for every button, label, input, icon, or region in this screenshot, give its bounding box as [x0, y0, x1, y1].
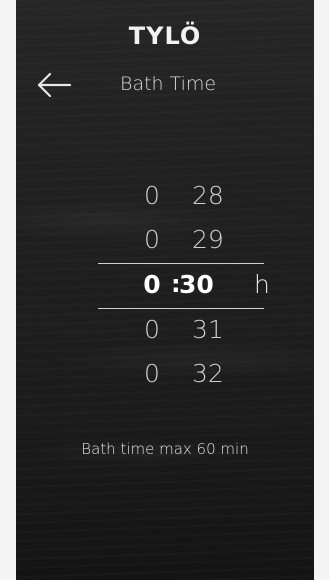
time-picker[interactable]: 0 28 0 29 0 : 30 h 0 31 0 32	[16, 176, 314, 396]
minutes-value: 32	[192, 359, 224, 388]
hours-value: 0	[144, 359, 160, 388]
back-button[interactable]	[34, 68, 74, 102]
hours-value: 0	[144, 315, 160, 344]
picker-row[interactable]: 0 28	[16, 176, 314, 216]
picker-row[interactable]: 0 31	[16, 310, 314, 350]
selection-line-top	[98, 263, 264, 264]
brand-logo: TYLÖ	[128, 22, 202, 50]
page-title: Bath Time	[120, 73, 217, 95]
minutes-value: 31	[192, 315, 224, 344]
picker-row[interactable]: 0 32	[16, 354, 314, 394]
picker-row[interactable]: 0 29	[16, 220, 314, 260]
header: Bath Time	[16, 66, 314, 106]
minutes-value: 28	[192, 181, 224, 210]
minutes-value-selected: 30	[179, 270, 214, 299]
hours-value: 0	[144, 225, 160, 254]
minutes-value: 29	[192, 225, 224, 254]
selection-line-bottom	[98, 308, 264, 309]
unit-label: h	[254, 270, 270, 299]
hours-value: 0	[144, 181, 160, 210]
max-time-note: Bath time max 60 min	[81, 440, 249, 458]
hours-value-selected: 0	[143, 270, 161, 299]
arrow-left-icon	[37, 72, 72, 98]
app-screen: TYLÖ Bath Time 0 28 0 29 0 : 30 h 0 31 0…	[16, 0, 314, 580]
picker-row-selected[interactable]: 0 : 30 h	[16, 265, 314, 305]
